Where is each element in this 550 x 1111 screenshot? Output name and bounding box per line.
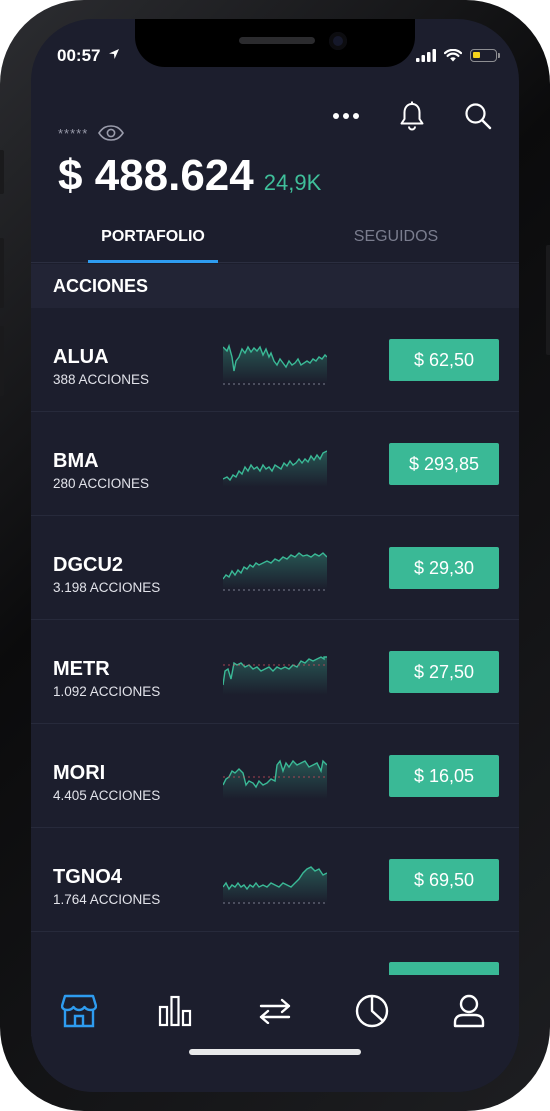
stock-quantity: 4.405 ACCIONES (53, 788, 161, 803)
stock-quantity: 3.198 ACCIONES (53, 580, 161, 595)
nav-profile[interactable] (447, 991, 491, 1031)
phone-frame: 00:57 ***** $ 488.624 24,9K PORTAFOLIO S… (0, 0, 550, 1111)
user-icon (453, 994, 485, 1028)
pie-chart-icon (355, 994, 389, 1028)
stock-row[interactable]: METR 1.092 ACCIONES $ 27,50 (31, 620, 519, 724)
signal-icon (416, 49, 436, 62)
front-camera (329, 32, 347, 50)
stock-sparkline (223, 656, 327, 695)
stock-ticker: MORI (53, 762, 106, 784)
battery-level (473, 52, 480, 58)
bell-icon (400, 101, 424, 131)
stock-ticker: BMA (53, 450, 99, 472)
bar-chart-icon (158, 995, 192, 1027)
stock-sparkline (223, 866, 327, 904)
hidden-value-row: ***** (58, 125, 125, 141)
more-options-button[interactable] (329, 99, 363, 133)
stock-row[interactable]: MORI 4.405 ACCIONES $ 16,05 (31, 724, 519, 828)
stock-sparkline (223, 450, 327, 487)
stock-price-button[interactable]: $ 16,05 (389, 755, 499, 797)
stock-sparkline (223, 759, 327, 799)
portfolio-balance: $ 488.624 (58, 151, 254, 200)
portfolio-change: 24,9K (263, 170, 322, 195)
stock-ticker: TGNO4 (53, 866, 122, 888)
volume-up-button (0, 238, 4, 308)
more-dots-icon (333, 113, 359, 119)
eye-icon[interactable] (98, 125, 125, 141)
nav-market[interactable] (57, 991, 101, 1031)
stock-sparkline (223, 552, 327, 591)
portfolio-tabs: PORTAFOLIO SEGUIDOS (31, 212, 519, 263)
stock-price-button[interactable]: $ 293,85 (389, 443, 499, 485)
status-indicators (416, 49, 500, 62)
nav-transfers[interactable] (253, 991, 297, 1031)
section-header: ACCIONES (31, 264, 519, 308)
silent-switch (0, 150, 4, 194)
stock-row[interactable]: TGNO4 1.764 ACCIONES $ 69,50 (31, 828, 519, 932)
stock-row[interactable]: BMA 280 ACCIONES $ 293,85 (31, 412, 519, 516)
nav-reports[interactable] (350, 991, 394, 1031)
volume-down-button (0, 326, 4, 396)
stock-row[interactable]: ALUA 388 ACCIONES $ 62,50 (31, 308, 519, 412)
speaker (239, 37, 315, 44)
status-time: 00:57 (57, 46, 120, 66)
tab-portafolio[interactable]: PORTAFOLIO (88, 212, 218, 263)
notifications-button[interactable] (395, 99, 429, 133)
wifi-icon (444, 49, 462, 62)
stock-ticker: METR (53, 658, 110, 680)
nav-charts[interactable] (153, 991, 197, 1031)
battery-icon (470, 49, 500, 62)
bottom-navigation (31, 975, 519, 1092)
status-time-text: 00:57 (57, 46, 101, 65)
stock-quantity: 280 ACCIONES (53, 476, 150, 491)
notch (135, 19, 415, 67)
stock-quantity: 1.764 ACCIONES (53, 892, 161, 907)
stock-ticker: DGCU2 (53, 554, 124, 576)
stock-quantity: 388 ACCIONES (53, 372, 150, 387)
power-button (546, 245, 550, 355)
stock-sparkline (223, 343, 327, 385)
stock-price-button[interactable]: $ 62,50 (389, 339, 499, 381)
stock-quantity: 1.092 ACCIONES (53, 684, 161, 699)
stock-price-button[interactable]: $ 27,50 (389, 651, 499, 693)
masked-value: ***** (58, 125, 89, 141)
stock-ticker: ALUA (53, 346, 109, 368)
stock-price-button[interactable]: $ 69,50 (389, 859, 499, 901)
search-icon (465, 103, 492, 130)
search-button[interactable] (461, 99, 495, 133)
stock-list: ALUA 388 ACCIONES $ 62,50 BMA 280 ACCION… (31, 308, 519, 1036)
balance-row: $ 488.624 24,9K (58, 151, 321, 201)
stock-price-button[interactable]: $ 29,30 (389, 547, 499, 589)
stock-row[interactable]: DGCU2 3.198 ACCIONES $ 29,30 (31, 516, 519, 620)
app-screen: 00:57 ***** $ 488.624 24,9K PORTAFOLIO S… (31, 19, 519, 1092)
home-indicator[interactable] (189, 1049, 361, 1055)
tab-seguidos[interactable]: SEGUIDOS (331, 212, 461, 262)
section-title: ACCIONES (53, 275, 149, 296)
transfer-icon (259, 998, 291, 1024)
location-arrow-icon (109, 49, 120, 59)
store-icon (61, 994, 97, 1028)
header-actions (329, 99, 495, 133)
